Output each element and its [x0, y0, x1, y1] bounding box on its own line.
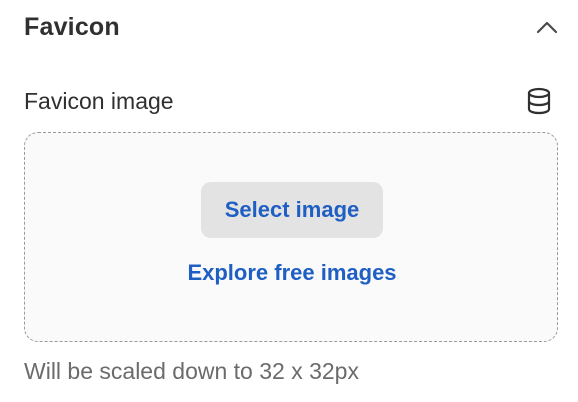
explore-free-images-link[interactable]: Explore free images — [25, 260, 559, 286]
chevron-up-icon — [536, 21, 558, 34]
favicon-image-label: Favicon image — [24, 87, 174, 114]
favicon-settings-panel: Favicon Favicon image Select image Explo… — [0, 0, 578, 402]
image-dropzone[interactable]: Select image Explore free images — [24, 132, 558, 342]
dynamic-source-button[interactable] — [524, 86, 554, 116]
section-title: Favicon — [24, 12, 120, 41]
favicon-help-text: Will be scaled down to 32 x 32px — [24, 358, 359, 384]
database-icon — [527, 87, 551, 115]
section-header: Favicon — [24, 8, 562, 46]
collapse-button[interactable] — [532, 12, 562, 42]
select-image-button[interactable]: Select image — [201, 182, 383, 238]
favicon-image-field-header: Favicon image — [24, 84, 554, 118]
